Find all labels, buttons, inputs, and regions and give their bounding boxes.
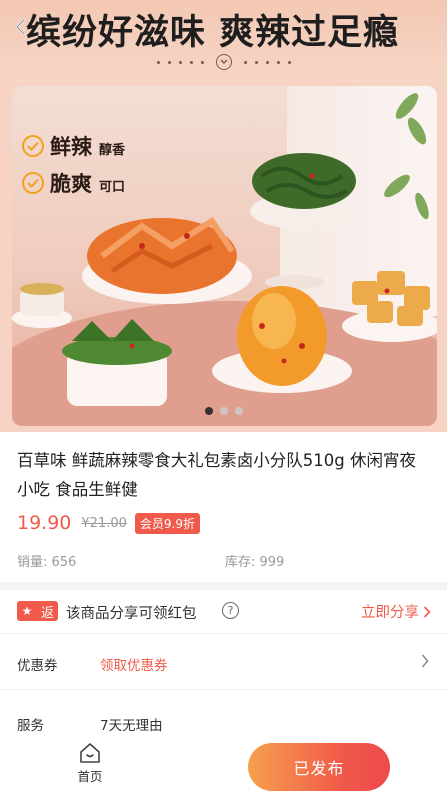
coupon-row[interactable]: 优惠券 领取优惠券 xyxy=(0,634,447,690)
hero-banner: 缤纷好滋味 爽辣过足瘾 鲜辣 醇香 脆爽 可口 xyxy=(0,0,447,432)
bottom-action-bar: 首页 已发布 xyxy=(0,738,447,797)
service-label: 服务 xyxy=(17,718,44,734)
star-icon: ★ xyxy=(17,601,37,621)
section-divider xyxy=(0,582,447,590)
chevron-right-icon xyxy=(423,605,431,618)
banner-headline: 缤纷好滋味 爽辣过足瘾 xyxy=(26,13,400,53)
coupon-label: 优惠券 xyxy=(17,658,58,674)
chevron-down-icon xyxy=(215,54,232,70)
member-discount-badge: 会员9.9折 xyxy=(134,512,200,534)
original-price: ¥21.00 xyxy=(81,515,127,531)
banner-divider-ornament xyxy=(0,54,447,70)
rebate-badge-label: 返 xyxy=(37,601,59,621)
question-circle-icon[interactable]: ? xyxy=(222,602,239,619)
check-circle-icon xyxy=(22,135,44,157)
claim-coupon-link[interactable]: 领取优惠券 xyxy=(100,654,168,674)
claim-2-sub: 可口 xyxy=(99,180,126,195)
carousel-indicator[interactable] xyxy=(0,407,447,415)
sales-count: 销量: 656 xyxy=(17,555,77,570)
rebate-badge: ★ 返 xyxy=(17,601,59,621)
carousel-dot[interactable] xyxy=(219,407,228,415)
share-reward-row[interactable]: ★ 返 该商品分享可领红包 ? 立即分享 xyxy=(0,590,447,634)
service-row: 服务 7天无理由 xyxy=(0,690,447,734)
home-tab[interactable]: 首页 xyxy=(70,742,110,785)
carousel-dot[interactable] xyxy=(204,407,213,415)
price-row: 19.90 ¥21.00 会员9.9折 xyxy=(17,512,200,534)
claim-1-main: 鲜辣 xyxy=(50,135,92,159)
current-price: 19.90 xyxy=(17,512,72,534)
product-photo[interactable]: 鲜辣 醇香 脆爽 可口 xyxy=(12,86,437,426)
share-now-label: 立即分享 xyxy=(361,605,419,621)
back-arrow-icon xyxy=(15,18,26,36)
share-reward-text: 该商品分享可领红包 xyxy=(66,606,197,622)
share-now-button[interactable]: 立即分享 xyxy=(361,601,431,622)
product-title: 百草味 鲜蔬麻辣零食大礼包素卤小分队510g 休闲宵夜小吃 食品生鲜健 xyxy=(17,451,416,499)
published-button[interactable]: 已发布 xyxy=(248,743,390,791)
back-button[interactable] xyxy=(4,10,38,44)
claim-2-main: 脆爽 xyxy=(50,172,92,196)
product-info: 百草味 鲜蔬麻辣零食大礼包素卤小分队510g 休闲宵夜小吃 食品生鲜健 19.9… xyxy=(0,432,447,582)
home-tab-label: 首页 xyxy=(77,769,103,784)
claim-1: 鲜辣 醇香 xyxy=(22,131,125,161)
carousel-dot[interactable] xyxy=(234,407,243,415)
home-icon xyxy=(80,743,100,763)
stock-count: 库存: 999 xyxy=(225,555,285,570)
claim-1-sub: 醇香 xyxy=(99,143,126,158)
service-value: 7天无理由 xyxy=(100,718,163,734)
claim-2: 脆爽 可口 xyxy=(22,168,125,198)
chevron-right-icon xyxy=(421,654,429,668)
check-circle-icon xyxy=(22,172,44,194)
